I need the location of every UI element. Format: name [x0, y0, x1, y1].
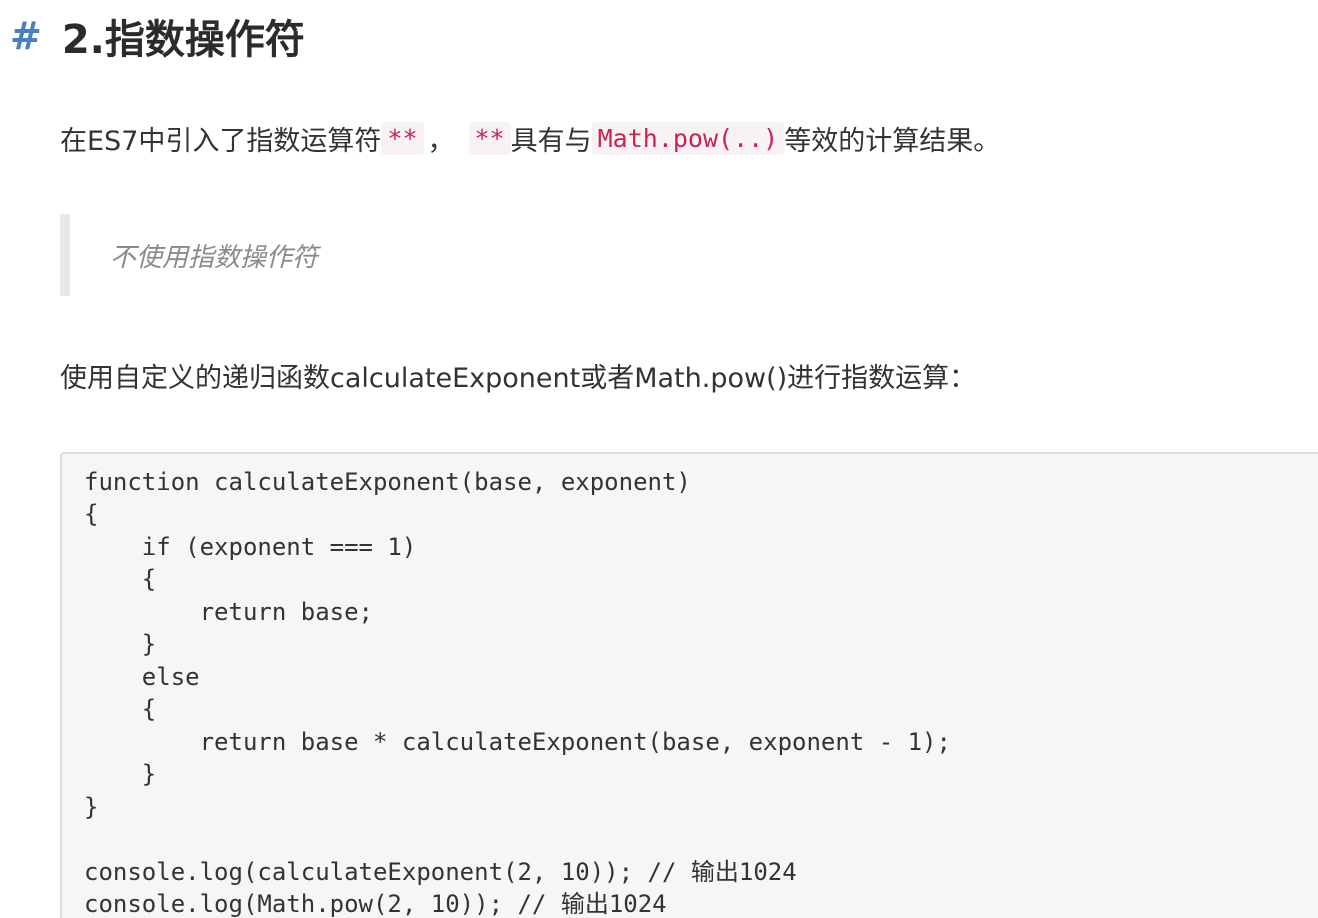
section-heading: # 2.指数操作符	[10, 6, 305, 66]
page-title: 2.指数操作符	[61, 17, 305, 63]
exponent-operator-code-2: **	[468, 121, 511, 155]
code-line: if (exponent === 1)	[84, 533, 417, 561]
code-line: {	[84, 695, 157, 723]
heading-anchor-icon[interactable]: #	[10, 14, 42, 58]
intro-text-after: 等效的计算结果。	[784, 125, 1001, 157]
intro-text-middle: 具有与	[510, 125, 592, 157]
code-line: console.log(Math.pow(2, 10)); // 输出1024	[84, 890, 667, 918]
code-line: {	[84, 500, 99, 528]
code-block: function calculateExponent(base, exponen…	[60, 452, 1318, 918]
code-line: return base;	[84, 598, 373, 626]
blockquote: 不使用指数操作符	[60, 214, 660, 296]
exponent-operator-code: **	[381, 121, 424, 155]
code-line: return base * calculateExponent(base, ex…	[84, 728, 951, 756]
code-line: }	[84, 793, 99, 821]
code-line: function calculateExponent(base, exponen…	[84, 468, 691, 496]
code-line: }	[84, 630, 157, 658]
code-line: }	[84, 760, 157, 788]
intro-paragraph: 在ES7中引入了指数运算符 ** ， ** 具有与 Math.pow(..) 等…	[60, 116, 1000, 160]
math-pow-code: Math.pow(..)	[591, 121, 785, 155]
description-paragraph: 使用自定义的递归函数calculateExponent或者Math.pow()进…	[60, 362, 977, 394]
code-line: {	[84, 565, 157, 593]
intro-separator: ，	[427, 125, 455, 157]
intro-text-before: 在ES7中引入了指数运算符	[60, 125, 382, 157]
blockquote-text: 不使用指数操作符	[110, 242, 319, 273]
code-line: console.log(calculateExponent(2, 10)); /…	[84, 858, 797, 886]
code-line: else	[84, 663, 200, 691]
